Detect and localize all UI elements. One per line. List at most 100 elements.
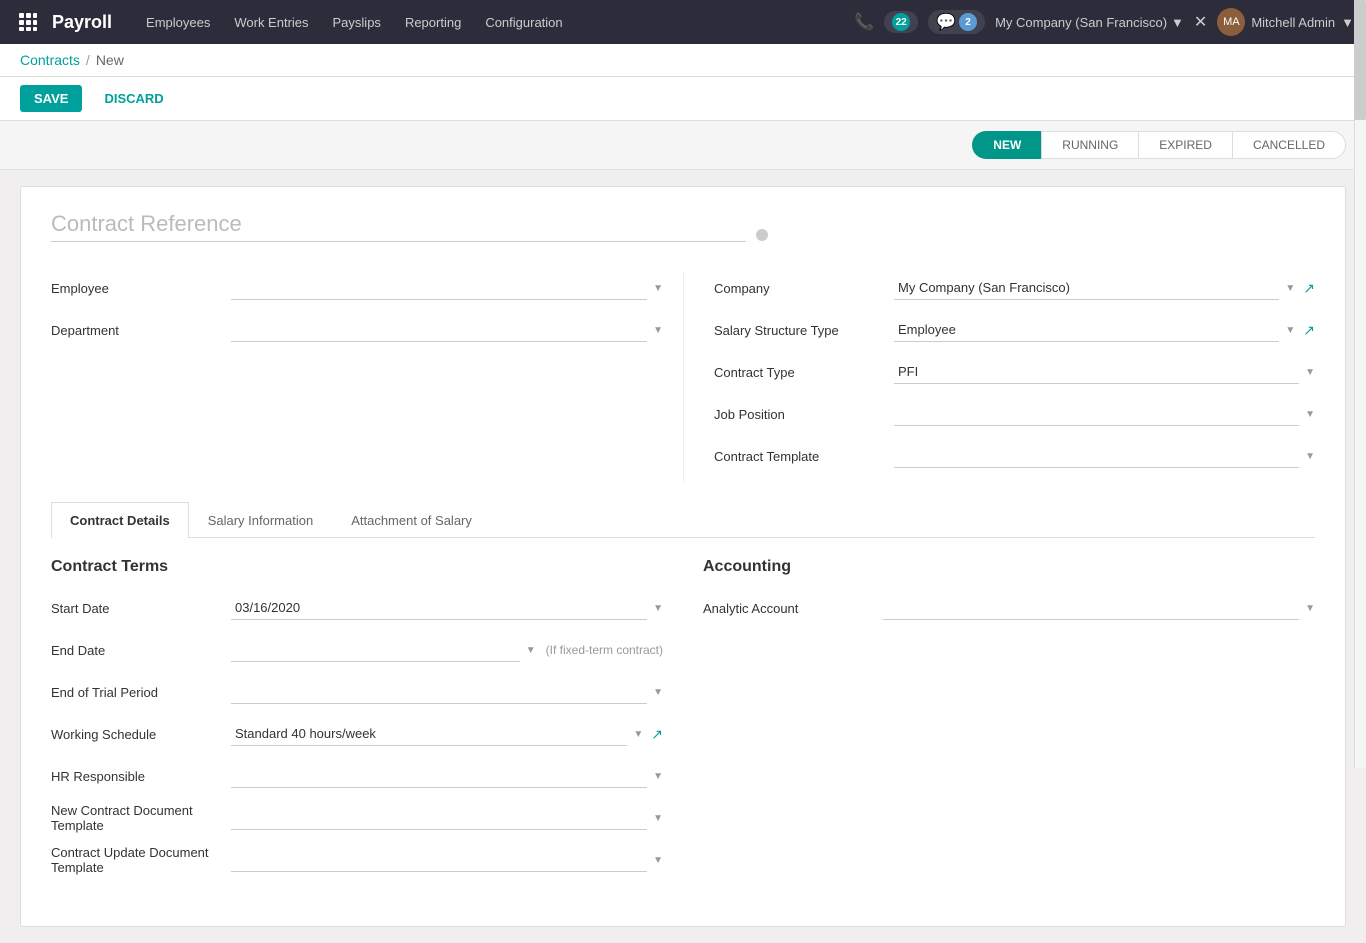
company-dropdown-icon[interactable]: ▼ xyxy=(1285,283,1295,294)
new-contract-doc-dropdown-icon[interactable]: ▼ xyxy=(653,813,663,824)
working-schedule-dropdown-icon[interactable]: ▼ xyxy=(633,729,643,740)
department-label: Department xyxy=(51,323,231,338)
action-bar: SAVE DISCARD xyxy=(0,77,1366,121)
trial-period-input[interactable] xyxy=(231,680,647,704)
form-card: Employee ▼ Department ▼ Comp xyxy=(20,186,1346,927)
contract-template-dropdown-icon[interactable]: ▼ xyxy=(1305,451,1315,462)
job-position-row: Job Position ▼ xyxy=(714,398,1315,430)
tab-attachment-of-salary[interactable]: Attachment of Salary xyxy=(332,502,491,538)
discard-button[interactable]: DISCARD xyxy=(90,85,177,112)
end-date-row: End Date ▼ (If fixed-term contract) xyxy=(51,634,663,666)
contract-type-dropdown-icon[interactable]: ▼ xyxy=(1305,367,1315,378)
scrollbar-track xyxy=(1354,0,1366,768)
nav-payslips[interactable]: Payslips xyxy=(323,11,391,34)
activity-count: 22 xyxy=(892,13,910,31)
status-running[interactable]: RUNNING xyxy=(1041,131,1138,159)
tab-content-contract-details: Contract Terms Start Date ▼ End Date ▼ (… xyxy=(51,538,1315,906)
activity-badge[interactable]: 22 xyxy=(884,11,918,33)
start-date-input[interactable] xyxy=(231,596,647,620)
message-badge[interactable]: 💬 2 xyxy=(928,10,985,34)
status-expired[interactable]: EXPIRED xyxy=(1138,131,1232,159)
status-new[interactable]: NEW xyxy=(972,131,1041,159)
company-input[interactable] xyxy=(894,276,1279,300)
hr-responsible-label: HR Responsible xyxy=(51,769,231,784)
top-nav: Payroll Employees Work Entries Payslips … xyxy=(0,0,1366,44)
apps-icon[interactable] xyxy=(12,6,44,38)
breadcrumb-parent[interactable]: Contracts xyxy=(20,52,80,68)
employee-dropdown-icon[interactable]: ▼ xyxy=(653,283,663,294)
contract-template-label: Contract Template xyxy=(714,449,894,464)
nav-links: Employees Work Entries Payslips Reportin… xyxy=(136,11,854,34)
status-indicator xyxy=(756,229,768,241)
breadcrumb-separator: / xyxy=(86,52,90,68)
nav-configuration[interactable]: Configuration xyxy=(475,11,572,34)
app-brand[interactable]: Payroll xyxy=(52,12,112,33)
accounting-section: Accounting Analytic Account ▼ xyxy=(703,558,1315,886)
salary-structure-input[interactable] xyxy=(894,318,1279,342)
tab-contract-details[interactable]: Contract Details xyxy=(51,502,189,538)
tab-salary-information[interactable]: Salary Information xyxy=(189,502,333,538)
phone-icon[interactable]: 📞 xyxy=(854,12,874,32)
save-button[interactable]: SAVE xyxy=(20,85,82,112)
contract-terms-title: Contract Terms xyxy=(51,558,663,576)
trial-period-dropdown-icon[interactable]: ▼ xyxy=(653,687,663,698)
company-field: ▼ ↗ xyxy=(894,276,1315,300)
salary-structure-label: Salary Structure Type xyxy=(714,323,894,338)
department-input[interactable] xyxy=(231,318,647,342)
close-icon[interactable]: ✕ xyxy=(1194,12,1207,32)
company-name: My Company (San Francisco) xyxy=(995,15,1167,30)
analytic-account-dropdown-icon[interactable]: ▼ xyxy=(1305,603,1315,614)
status-cancelled[interactable]: CANCELLED xyxy=(1232,131,1346,159)
company-row: Company ▼ ↗ xyxy=(714,272,1315,304)
employee-label: Employee xyxy=(51,281,231,296)
start-date-field: ▼ xyxy=(231,596,663,620)
avatar: MA xyxy=(1217,8,1245,36)
company-external-link[interactable]: ↗ xyxy=(1303,280,1315,297)
scrollbar-thumb[interactable] xyxy=(1354,0,1366,120)
job-position-field: ▼ xyxy=(894,402,1315,426)
form-fields: Employee ▼ Department ▼ Comp xyxy=(51,272,1315,482)
start-date-calendar-icon[interactable]: ▼ xyxy=(653,603,663,614)
tabs-bar: Contract Details Salary Information Atta… xyxy=(51,502,1315,538)
breadcrumb-current: New xyxy=(96,52,124,68)
user-menu[interactable]: MA Mitchell Admin ▼ xyxy=(1217,8,1354,36)
working-schedule-row: Working Schedule ▼ ↗ xyxy=(51,718,663,750)
nav-work-entries[interactable]: Work Entries xyxy=(224,11,318,34)
company-dropdown-icon: ▼ xyxy=(1171,15,1184,30)
company-selector[interactable]: My Company (San Francisco) ▼ xyxy=(995,15,1184,30)
department-field: ▼ xyxy=(231,318,663,342)
start-date-label: Start Date xyxy=(51,601,231,616)
contract-type-row: Contract Type ▼ xyxy=(714,356,1315,388)
job-position-dropdown-icon[interactable]: ▼ xyxy=(1305,409,1315,420)
contract-template-field: ▼ xyxy=(894,444,1315,468)
contract-update-doc-label: Contract Update Document Template xyxy=(51,845,231,875)
contract-template-input[interactable] xyxy=(894,444,1299,468)
contract-update-doc-input[interactable] xyxy=(231,848,647,872)
end-date-input[interactable] xyxy=(231,638,520,662)
new-contract-doc-row: New Contract Document Template ▼ xyxy=(51,802,663,834)
new-contract-doc-label: New Contract Document Template xyxy=(51,803,231,833)
working-schedule-input[interactable] xyxy=(231,722,627,746)
employee-input[interactable] xyxy=(231,276,647,300)
new-contract-doc-input[interactable] xyxy=(231,806,647,830)
nav-employees[interactable]: Employees xyxy=(136,11,220,34)
analytic-account-input[interactable] xyxy=(883,596,1299,620)
department-dropdown-icon[interactable]: ▼ xyxy=(653,325,663,336)
salary-structure-dropdown-icon[interactable]: ▼ xyxy=(1285,325,1295,336)
message-count: 2 xyxy=(959,13,977,31)
working-schedule-external-link[interactable]: ↗ xyxy=(651,726,663,743)
nav-reporting[interactable]: Reporting xyxy=(395,11,471,34)
contract-terms-section: Contract Terms Start Date ▼ End Date ▼ (… xyxy=(51,558,663,886)
contract-update-doc-field: ▼ xyxy=(231,848,663,872)
job-position-input[interactable] xyxy=(894,402,1299,426)
employee-field: ▼ xyxy=(231,276,663,300)
contract-update-doc-dropdown-icon[interactable]: ▼ xyxy=(653,855,663,866)
end-date-calendar-icon[interactable]: ▼ xyxy=(526,645,536,656)
contract-type-label: Contract Type xyxy=(714,365,894,380)
start-date-row: Start Date ▼ xyxy=(51,592,663,624)
contract-type-input[interactable] xyxy=(894,360,1299,384)
contract-reference-input[interactable] xyxy=(51,207,746,242)
working-schedule-field: ▼ ↗ xyxy=(231,722,663,746)
hr-responsible-dropdown-icon[interactable]: ▼ xyxy=(653,771,663,782)
salary-structure-external-link[interactable]: ↗ xyxy=(1303,322,1315,339)
